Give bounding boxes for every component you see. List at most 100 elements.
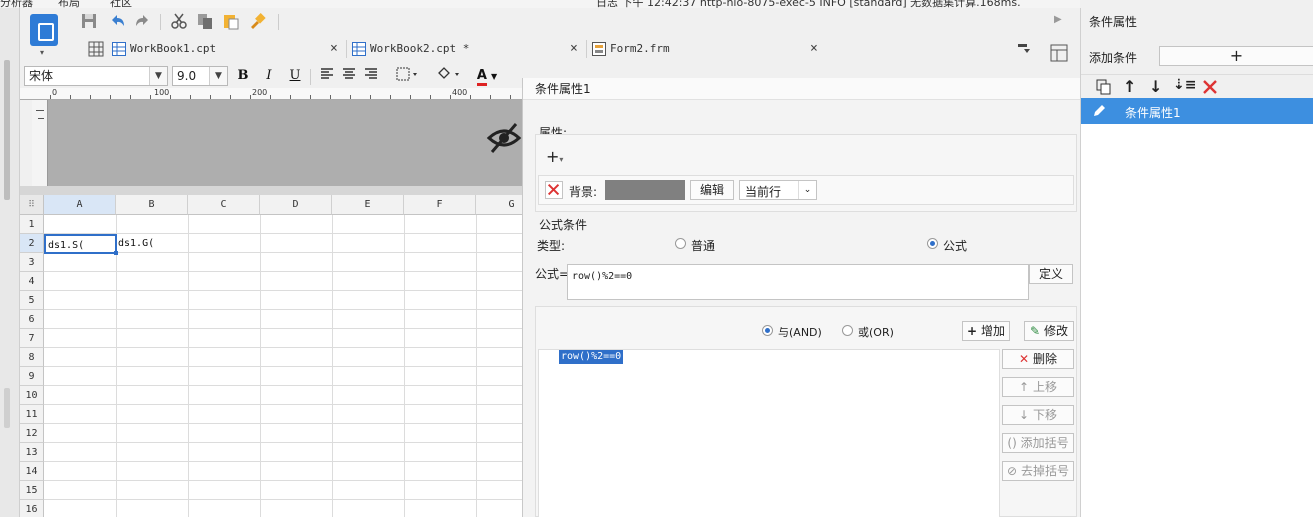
or-radio[interactable] (842, 325, 853, 336)
chevron-down-icon: ▼ (149, 67, 167, 85)
gutter-scroll-thumb[interactable] (4, 60, 10, 200)
tab-workbook2[interactable]: WorkBook2.cpt * × (352, 37, 582, 61)
move-up-icon[interactable]: ↑ (1123, 77, 1136, 96)
align-center-button[interactable] (340, 67, 358, 85)
move-up-button[interactable]: ↑ 上移 (1002, 377, 1074, 397)
background-color-swatch[interactable] (605, 180, 685, 200)
column-header[interactable]: D (260, 195, 332, 215)
define-button[interactable]: 定义 (1029, 264, 1073, 284)
row-header[interactable]: 2 (20, 234, 44, 253)
remove-parentheses-button[interactable]: ⊘ 去掉括号 (1002, 461, 1074, 481)
layout-icon[interactable] (1049, 43, 1069, 63)
row-header[interactable]: 5 (20, 291, 44, 310)
italic-button[interactable]: I (260, 67, 278, 85)
designer-logo-icon[interactable] (30, 14, 58, 46)
edit-background-button[interactable]: 编辑 (690, 180, 734, 200)
and-radio[interactable] (762, 325, 773, 336)
copy-button[interactable] (196, 12, 216, 32)
menu-item-layout[interactable]: 布局 (58, 0, 80, 8)
fill-color-button[interactable] (434, 67, 464, 85)
condition-item[interactable]: 条件属性1 (1081, 98, 1313, 124)
tab-form2[interactable]: Form2.frm × (592, 37, 826, 61)
undo-button[interactable] (108, 12, 128, 32)
row-header[interactable]: 15 (20, 481, 44, 500)
hidden-eye-icon[interactable] (486, 120, 522, 156)
font-family-select[interactable]: 宋体 ▼ (24, 66, 168, 86)
type-formula-radio[interactable] (927, 238, 938, 249)
row-header[interactable]: 10 (20, 386, 44, 405)
row-header[interactable]: 6 (20, 310, 44, 329)
column-header[interactable]: B (116, 195, 188, 215)
tab-menu-icon[interactable] (1016, 41, 1032, 57)
add-condition-plus-button[interactable]: + (1159, 46, 1313, 66)
align-left-icon (321, 68, 333, 79)
scope-select[interactable]: 当前行 ⌄ (739, 180, 817, 200)
row-header[interactable]: 7 (20, 329, 44, 348)
plus-icon: + (546, 147, 560, 166)
underline-button[interactable]: U (286, 67, 304, 85)
cut-button[interactable] (170, 12, 190, 32)
grid-view-icon[interactable] (88, 41, 104, 57)
row-header[interactable]: 4 (20, 272, 44, 291)
remove-attribute-button[interactable] (545, 181, 563, 199)
bold-button[interactable]: B (234, 67, 252, 85)
redo-button[interactable] (134, 12, 154, 32)
font-color-button[interactable]: A ▼ (472, 67, 502, 86)
move-down-icon[interactable]: ↓ (1149, 77, 1162, 96)
delete-condition-icon[interactable] (1201, 78, 1219, 96)
gutter-handle[interactable] (4, 388, 10, 428)
format-painter-button[interactable] (248, 12, 268, 32)
menu-item-analyzer[interactable]: 分析器 (0, 0, 33, 8)
formula-input[interactable]: row()%2==0 (567, 264, 1029, 300)
row-header[interactable]: 9 (20, 367, 44, 386)
modify-icon: ✎ (1030, 324, 1041, 338)
condition-list[interactable]: row()%2==0 (538, 349, 1000, 517)
scroll-right-icon[interactable]: ▶ (1054, 14, 1062, 25)
column-header[interactable]: A (44, 195, 116, 215)
column-header[interactable]: C (188, 195, 260, 215)
copy-condition-button[interactable] (1095, 78, 1113, 96)
menu-item-community[interactable]: 社区 (110, 0, 132, 8)
grid-corner-icon[interactable]: ⠿ (20, 195, 44, 215)
tab-close-icon[interactable]: × (330, 37, 338, 61)
cell-b2[interactable]: ds1.G( (116, 234, 188, 253)
row-header[interactable]: 14 (20, 462, 44, 481)
down-label: 下移 (1032, 408, 1057, 422)
row-header[interactable]: 1 (20, 215, 44, 234)
close-icon: ✕ (1019, 352, 1030, 366)
row-header[interactable]: 8 (20, 348, 44, 367)
font-size-select[interactable]: 9.0 ▼ (172, 66, 228, 86)
save-button[interactable] (80, 12, 100, 32)
row-header[interactable]: 3 (20, 253, 44, 272)
align-right-button[interactable] (362, 67, 380, 85)
font-family-value: 宋体 (29, 69, 54, 83)
align-left-button[interactable] (318, 67, 336, 85)
tab-close-icon[interactable]: × (570, 37, 578, 61)
tab-close-icon[interactable]: × (810, 37, 818, 61)
add-attribute-button[interactable]: +▾ (546, 147, 576, 167)
add-condition-button[interactable]: + 增加 (962, 321, 1010, 341)
formula-label: 公式= (535, 267, 570, 281)
row-header[interactable]: 11 (20, 405, 44, 424)
sort-down-icon[interactable]: ⇣≡ (1173, 77, 1196, 93)
column-header[interactable]: E (332, 195, 404, 215)
spreadsheet-grid[interactable]: ⠿ A B C D E F G 1 2 3 4 5 6 7 8 9 10 11 … (20, 195, 522, 517)
left-gutter (0, 8, 20, 517)
paste-button[interactable] (222, 12, 242, 32)
row-header[interactable]: 16 (20, 500, 44, 517)
type-normal-radio[interactable] (675, 238, 686, 249)
column-header[interactable]: G (476, 195, 522, 215)
cell-a2[interactable]: ds1.S( (44, 234, 117, 254)
border-button[interactable] (394, 67, 422, 85)
logo-dropdown-icon[interactable]: ▾ (40, 48, 44, 57)
background-label: 背景: (569, 185, 598, 199)
row-header[interactable]: 12 (20, 424, 44, 443)
delete-condition-button[interactable]: ✕ 删除 (1002, 349, 1074, 369)
row-header[interactable]: 13 (20, 443, 44, 462)
add-parentheses-button[interactable]: () 添加括号 (1002, 433, 1074, 453)
tab-workbook1[interactable]: WorkBook1.cpt × (112, 37, 342, 61)
condition-list-item[interactable]: row()%2==0 (559, 350, 624, 364)
modify-condition-button[interactable]: ✎ 修改 (1024, 321, 1074, 341)
column-header[interactable]: F (404, 195, 476, 215)
move-down-button[interactable]: ↓ 下移 (1002, 405, 1074, 425)
